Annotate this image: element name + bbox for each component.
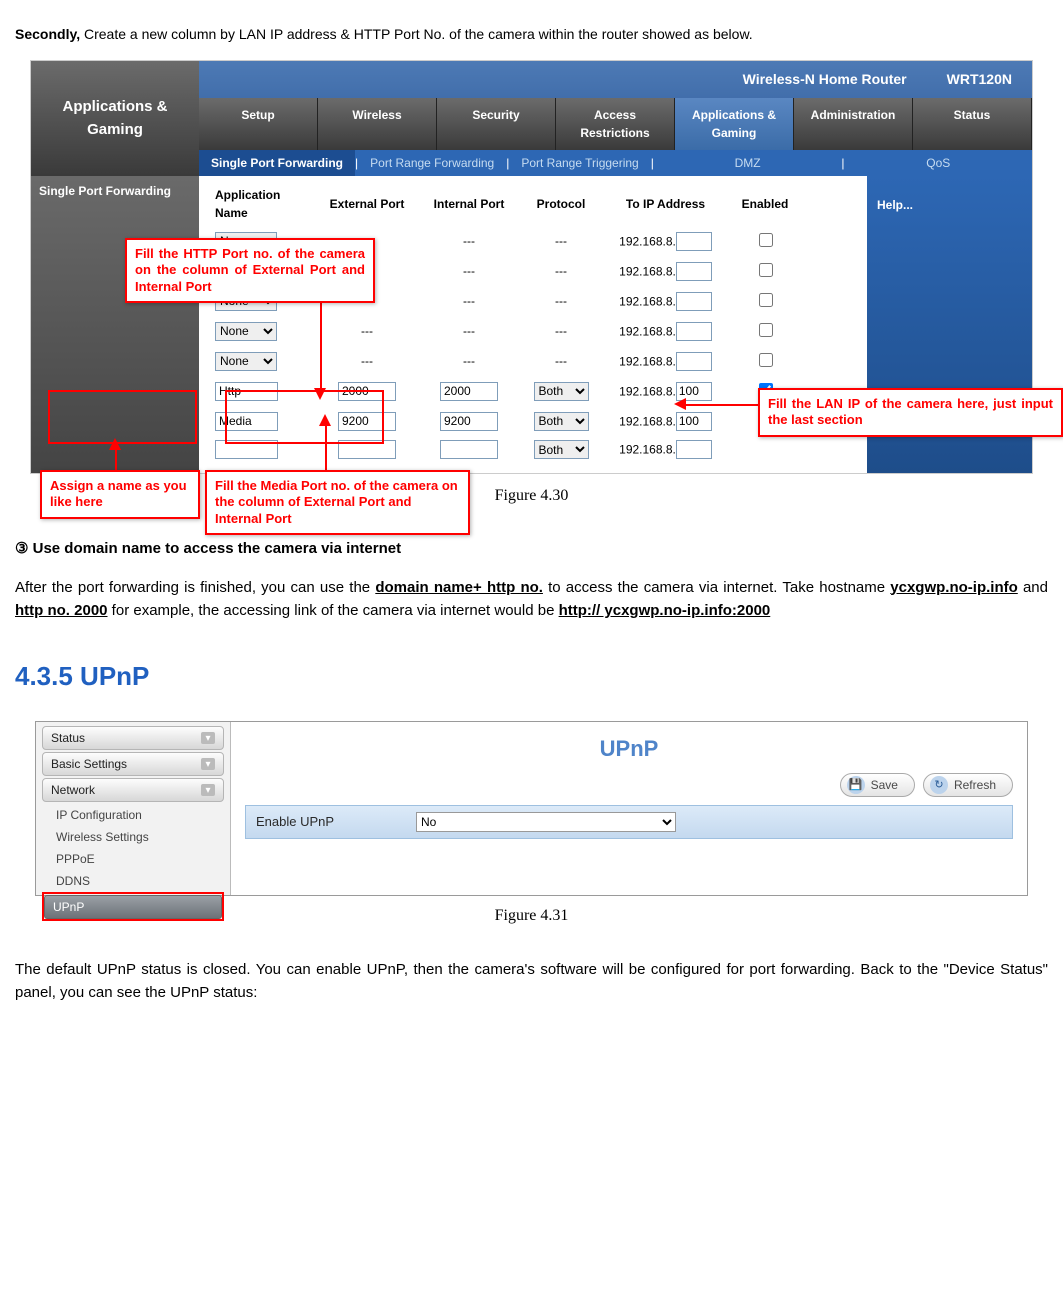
enabled-checkbox[interactable] xyxy=(759,233,773,247)
intro-lead: Secondly, xyxy=(15,26,80,42)
subtab-port-range-trig[interactable]: Port Range Triggering xyxy=(509,150,650,176)
enabled-checkbox[interactable] xyxy=(759,293,773,307)
enable-upnp-row: Enable UPnP No xyxy=(245,805,1013,839)
app-select[interactable]: None xyxy=(215,352,277,371)
protocol-select[interactable]: Both xyxy=(534,412,589,431)
th-protocol: Protocol xyxy=(520,182,602,226)
sidebar-ip-config[interactable]: IP Configuration xyxy=(42,804,224,826)
int-port-input[interactable] xyxy=(440,412,498,431)
save-icon: 💾 xyxy=(847,776,865,794)
intro-paragraph: Secondly, Create a new column by LAN IP … xyxy=(15,24,1048,45)
table-row: None---------192.168.8. xyxy=(209,316,801,346)
sidebar-network[interactable]: Network▾ xyxy=(42,778,224,802)
enable-upnp-label: Enable UPnP xyxy=(256,812,416,832)
tab-security[interactable]: Security xyxy=(437,98,556,150)
subtab-qos[interactable]: QoS xyxy=(845,150,1033,176)
app-select[interactable]: None xyxy=(215,322,277,341)
main-tabs: Setup Wireless Security Access Restricti… xyxy=(199,98,1032,150)
enabled-checkbox[interactable] xyxy=(759,323,773,337)
chevron-down-icon: ▾ xyxy=(201,758,215,770)
sidebar-pppoe[interactable]: PPPoE xyxy=(42,848,224,870)
ip-last-octet[interactable] xyxy=(676,292,712,311)
section-3-paragraph: After the port forwarding is finished, y… xyxy=(15,576,1048,623)
protocol-select[interactable]: Both xyxy=(534,382,589,401)
th-app-name: Application Name xyxy=(209,182,316,226)
ip-last-octet[interactable] xyxy=(676,232,712,251)
tab-status[interactable]: Status xyxy=(913,98,1032,150)
chevron-down-icon: ▾ xyxy=(201,732,215,744)
subtab-dmz[interactable]: DMZ xyxy=(654,150,842,176)
upnp-sidebar: Status▾ Basic Settings▾ Network▾ IP Conf… xyxy=(36,722,231,895)
tab-access-restrictions[interactable]: Access Restrictions xyxy=(556,98,675,150)
callout-http-port: Fill the HTTP Port no. of the camera on … xyxy=(125,238,375,303)
enabled-checkbox[interactable] xyxy=(759,353,773,367)
section-title: Applications & Gaming xyxy=(31,61,199,176)
upnp-title: UPnP xyxy=(245,732,1013,765)
ip-last-octet[interactable] xyxy=(676,412,712,431)
int-port-input[interactable] xyxy=(440,382,498,401)
tab-setup[interactable]: Setup xyxy=(199,98,318,150)
protocol-select[interactable]: Both xyxy=(534,440,589,459)
callout-assign-name: Assign a name as you like here xyxy=(40,470,200,519)
section-3-heading: ③ Use domain name to access the camera v… xyxy=(15,538,1048,561)
th-to-ip: To IP Address xyxy=(602,182,729,226)
refresh-icon: ↻ xyxy=(930,776,948,794)
callout-media-port: Fill the Media Port no. of the camera on… xyxy=(205,470,470,535)
sidebar-basic-settings[interactable]: Basic Settings▾ xyxy=(42,752,224,776)
sidebar-status[interactable]: Status▾ xyxy=(42,726,224,750)
upnp-screenshot: Status▾ Basic Settings▾ Network▾ IP Conf… xyxy=(35,721,1028,896)
subtab-single-port[interactable]: Single Port Forwarding xyxy=(199,150,355,176)
ip-last-octet[interactable] xyxy=(676,440,712,459)
sidebar-ddns[interactable]: DDNS xyxy=(42,870,224,892)
tab-administration[interactable]: Administration xyxy=(794,98,913,150)
sidebar-wireless-settings[interactable]: Wireless Settings xyxy=(42,826,224,848)
refresh-button[interactable]: ↻Refresh xyxy=(923,773,1013,797)
product-name: Wireless-N Home Router xyxy=(743,69,907,90)
th-enabled: Enabled xyxy=(729,182,801,226)
table-row: None---------192.168.8. xyxy=(209,346,801,376)
tab-wireless[interactable]: Wireless xyxy=(318,98,437,150)
chevron-down-icon: ▾ xyxy=(201,784,215,796)
int-port-input[interactable] xyxy=(440,440,498,459)
heading-4-3-5: 4.3.5 UPnP xyxy=(15,657,1048,696)
sub-tabs: Single Port Forwarding| Port Range Forwa… xyxy=(199,150,1032,176)
callout-lan-ip: Fill the LAN IP of the camera here, just… xyxy=(758,388,1063,437)
th-ext-port: External Port xyxy=(316,182,418,226)
ip-last-octet[interactable] xyxy=(676,322,712,341)
enable-upnp-select[interactable]: No xyxy=(416,812,676,832)
th-int-port: Internal Port xyxy=(418,182,520,226)
enabled-checkbox[interactable] xyxy=(759,263,773,277)
save-button[interactable]: 💾Save xyxy=(840,773,915,797)
intro-rest: Create a new column by LAN IP address & … xyxy=(80,26,753,42)
closing-paragraph: The default UPnP status is closed. You c… xyxy=(15,958,1048,1005)
sidebar-upnp[interactable]: UPnP xyxy=(44,895,222,919)
tab-applications-gaming[interactable]: Applications & Gaming xyxy=(675,98,794,150)
ip-last-octet[interactable] xyxy=(676,262,712,281)
router-screenshot: Applications & Gaming Wireless-N Home Ro… xyxy=(30,60,1033,474)
model-number: WRT120N xyxy=(947,69,1012,90)
ip-last-octet[interactable] xyxy=(676,352,712,371)
subtab-port-range-fwd[interactable]: Port Range Forwarding xyxy=(358,150,506,176)
